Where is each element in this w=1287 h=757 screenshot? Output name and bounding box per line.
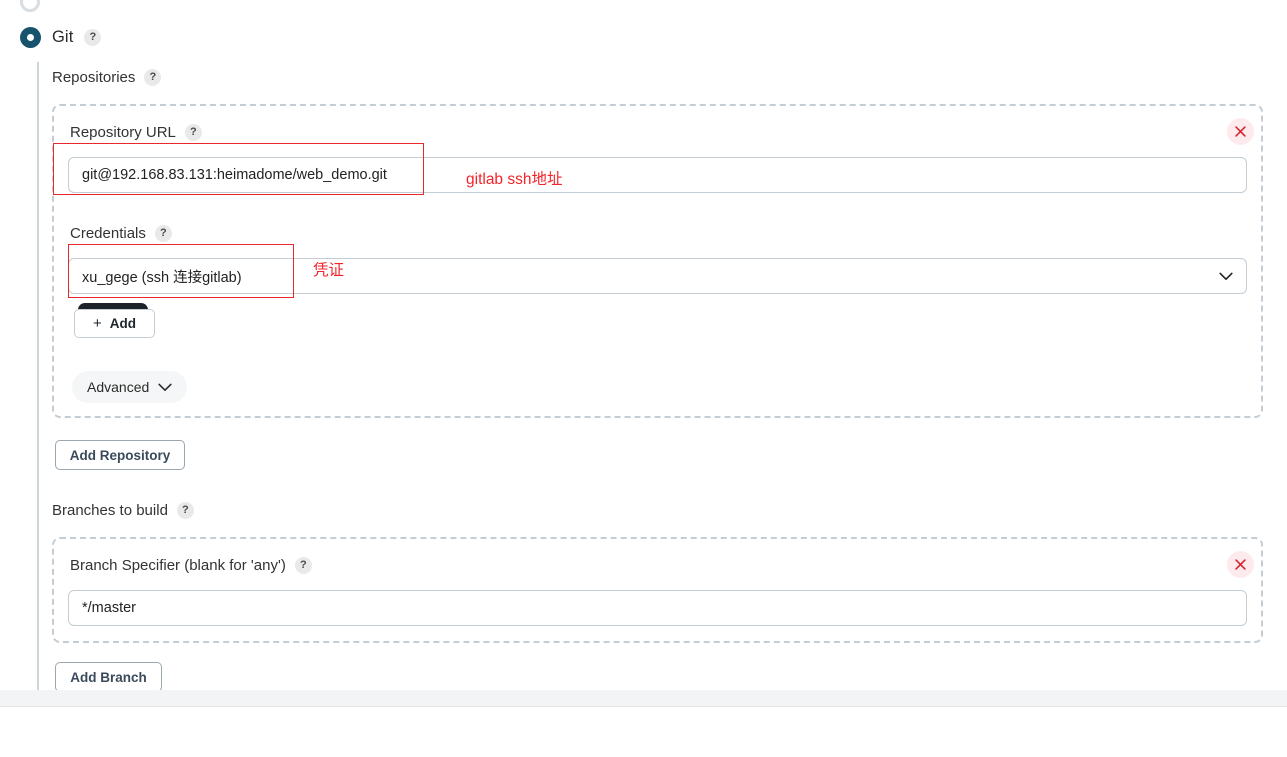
chevron-down-icon-advanced bbox=[158, 383, 172, 391]
radio-option-above-git[interactable] bbox=[20, 0, 40, 12]
footer-band bbox=[0, 690, 1287, 706]
credentials-label-group: Credentials ? bbox=[70, 225, 172, 242]
radio-option-git[interactable]: Git ? bbox=[20, 27, 102, 48]
advanced-label: Advanced bbox=[87, 379, 150, 395]
help-icon-repositories[interactable]: ? bbox=[144, 69, 162, 86]
branch-specifier-label: Branch Specifier (blank for 'any') bbox=[70, 557, 286, 574]
delete-repository-button[interactable] bbox=[1227, 118, 1254, 145]
delete-branch-button[interactable] bbox=[1227, 551, 1254, 578]
section-guide-rule bbox=[37, 62, 39, 690]
repository-url-label: Repository URL bbox=[70, 124, 176, 141]
annotation-text-credentials: 凭证 bbox=[313, 262, 345, 279]
repositories-label: Repositories bbox=[52, 69, 136, 86]
annotation-box-credentials bbox=[68, 244, 294, 298]
branch-specifier-input[interactable]: */master bbox=[68, 590, 1247, 626]
add-credentials-label: Add bbox=[109, 316, 136, 331]
branches-label-group: Branches to build ? bbox=[52, 502, 194, 519]
git-label: Git bbox=[52, 28, 74, 46]
chevron-down-icon bbox=[1219, 272, 1233, 280]
add-repository-button[interactable]: Add Repository bbox=[55, 440, 185, 470]
repositories-label-group: Repositories ? bbox=[52, 69, 162, 86]
add-branch-button[interactable]: Add Branch bbox=[55, 662, 162, 692]
plus-icon: + bbox=[92, 315, 102, 332]
scm-configuration-page: Git ? Repositories ? Repository URL ? gi… bbox=[0, 0, 1287, 757]
repository-url-label-group: Repository URL ? bbox=[70, 124, 202, 141]
branch-specifier-label-group: Branch Specifier (blank for 'any') ? bbox=[70, 557, 312, 574]
help-icon-branch-specifier[interactable]: ? bbox=[294, 557, 312, 574]
annotation-text-url: gitlab ssh地址 bbox=[466, 171, 563, 188]
help-icon-repository-url[interactable]: ? bbox=[184, 124, 202, 141]
branch-specifier-value: */master bbox=[82, 600, 136, 616]
add-repository-label: Add Repository bbox=[69, 447, 171, 463]
close-icon bbox=[1235, 559, 1246, 570]
credentials-label: Credentials bbox=[70, 225, 146, 242]
branches-label: Branches to build bbox=[52, 502, 168, 519]
advanced-toggle-button[interactable]: Advanced bbox=[72, 371, 188, 403]
add-credentials-button[interactable]: + Add bbox=[74, 309, 155, 338]
help-icon-branches[interactable]: ? bbox=[176, 502, 194, 519]
git-radio-icon[interactable] bbox=[20, 27, 41, 48]
annotation-box-url bbox=[53, 143, 424, 195]
help-icon-credentials[interactable]: ? bbox=[154, 225, 172, 242]
help-icon-git[interactable]: ? bbox=[84, 29, 102, 46]
close-icon bbox=[1235, 126, 1246, 137]
footer-bar: Save Apply CSDN @徐睡睡 bbox=[0, 707, 1287, 757]
add-branch-label: Add Branch bbox=[70, 669, 147, 685]
